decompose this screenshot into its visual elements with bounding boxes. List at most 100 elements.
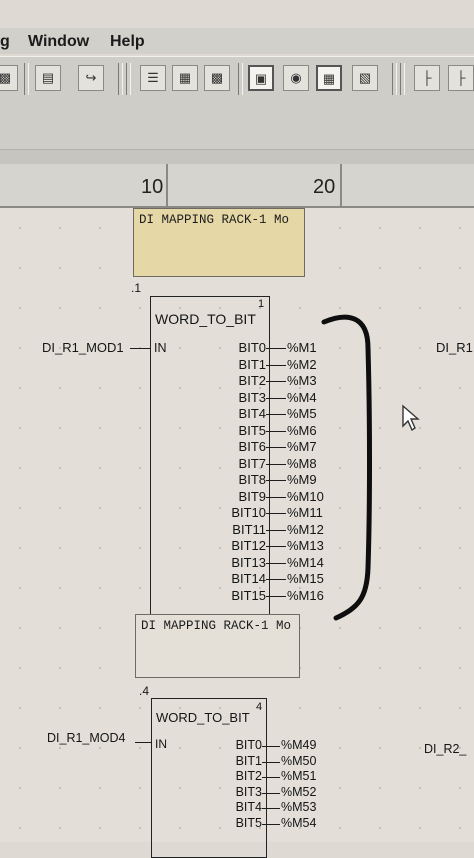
grid-small-icon[interactable]: ▩	[204, 65, 230, 91]
pin-label: BIT8	[238, 472, 266, 487]
pin-label: BIT0	[235, 738, 262, 752]
table-icon[interactable]: ▦	[316, 65, 342, 91]
toolbar-separator	[400, 63, 405, 95]
pin-label: BIT0	[238, 340, 266, 355]
output-variable[interactable]: %M7	[287, 439, 317, 454]
output-variable[interactable]: %M8	[287, 456, 317, 471]
input-variable[interactable]: DI_R1_MOD4	[47, 731, 126, 745]
right-variable[interactable]: DI_R1	[436, 340, 473, 355]
output-variable[interactable]: %M51	[281, 769, 316, 783]
pin-wire	[266, 579, 286, 580]
pin-wire	[266, 546, 286, 547]
print-icon[interactable]: ▤	[35, 65, 61, 91]
block-input-label: IN	[154, 341, 167, 355]
menu-item-window[interactable]: Window	[28, 33, 89, 51]
pin-wire	[266, 463, 286, 465]
pin-label: BIT3	[235, 784, 262, 799]
menu-bar: g Window Help	[0, 28, 474, 54]
pin-label: BIT5	[238, 422, 266, 438]
output-variable[interactable]: %M5	[287, 406, 317, 421]
binoculars-icon[interactable]: ◉	[283, 65, 309, 91]
output-variable[interactable]: %M54	[281, 816, 316, 830]
column-ruler: 10 20	[0, 164, 474, 208]
output-variable[interactable]: %M2	[287, 357, 317, 372]
pin-label: BIT1	[238, 356, 266, 372]
pin-wire	[266, 447, 286, 448]
pin-wire	[266, 595, 286, 597]
pin-label: BIT7	[238, 455, 266, 471]
pin-wire	[266, 496, 286, 498]
pin-label: BIT13	[231, 554, 266, 570]
grid-icon[interactable]: ▦	[172, 65, 198, 91]
layers-icon[interactable]: ☰	[140, 65, 166, 91]
monitor-icon[interactable]: ▣	[248, 65, 274, 91]
pin-label: BIT4	[235, 800, 262, 814]
pin-wire	[266, 562, 286, 564]
toolbar-secondary	[0, 101, 474, 150]
tree-icon[interactable]: ├	[414, 65, 440, 91]
toolbar-separator	[126, 63, 131, 95]
pin-label: BIT12	[231, 538, 266, 553]
output-variable[interactable]: %M1	[287, 340, 317, 355]
block-instance-number: 4	[256, 701, 263, 713]
pin-label: BIT15	[231, 587, 266, 603]
tree-alt-icon[interactable]: ├	[448, 65, 474, 91]
output-variable[interactable]: %M4	[287, 390, 317, 405]
input-wire	[135, 742, 151, 743]
rung-label: .1	[131, 281, 142, 295]
pin-wire	[266, 397, 286, 399]
output-variable[interactable]: %M52	[281, 785, 316, 799]
pin-wire	[262, 792, 280, 794]
input-wire	[130, 348, 150, 349]
pin-wire	[262, 761, 280, 763]
pin-wire	[262, 823, 280, 825]
menu-item-help[interactable]: Help	[110, 33, 145, 51]
pin-label: BIT9	[238, 488, 266, 504]
pin-wire	[262, 808, 280, 809]
ruler-tick	[340, 164, 342, 206]
ruler-mark-10: 10	[141, 176, 164, 198]
console-icon[interactable]: ▩	[0, 65, 18, 91]
pin-wire	[266, 364, 286, 366]
pin-label: BIT2	[235, 769, 262, 783]
block-name: WORD_TO_BIT	[155, 311, 256, 327]
import-icon[interactable]: ↪	[78, 65, 104, 91]
pin-wire	[266, 529, 286, 531]
block-input-label: IN	[155, 737, 167, 751]
pin-wire	[266, 430, 286, 432]
toolbar-separator	[24, 63, 29, 95]
pin-wire	[266, 348, 286, 349]
pin-label: BIT1	[235, 753, 262, 768]
toolbar-separator	[118, 63, 123, 95]
toolbar-separator	[392, 63, 397, 95]
save-icon[interactable]: ▧	[352, 65, 378, 91]
pin-label: BIT10	[231, 505, 266, 520]
output-variable[interactable]: %M3	[287, 373, 317, 388]
pin-wire	[266, 381, 286, 382]
output-variable[interactable]: %M50	[281, 754, 316, 768]
pin-wire	[266, 513, 286, 514]
output-variable[interactable]: %M53	[281, 800, 316, 814]
toolbar: ▩ ▤ ↪ ☰ ▦ ▩ ▣ ◉ ▦ ▧ ├ ├	[0, 56, 474, 102]
input-variable[interactable]: DI_R1_MOD1	[42, 340, 124, 355]
pin-label: BIT3	[238, 389, 266, 405]
bracket-annotation	[321, 314, 372, 621]
pin-label: BIT11	[232, 521, 266, 537]
ruler-tick	[166, 164, 168, 206]
output-variable[interactable]: %M6	[287, 423, 317, 438]
pin-label: BIT5	[235, 815, 262, 830]
block-name: WORD_TO_BIT	[156, 710, 250, 725]
comment-box[interactable]: DI MAPPING RACK-1 Mo	[135, 614, 300, 678]
panel-divider	[0, 150, 474, 164]
right-variable[interactable]: DI_R2_	[424, 742, 466, 756]
pin-wire	[266, 414, 286, 415]
output-variable[interactable]: %M49	[281, 738, 316, 752]
pin-label: BIT4	[238, 406, 266, 421]
menu-item-partial[interactable]: g	[0, 33, 10, 51]
ladder-canvas[interactable]: DI MAPPING RACK-1 Mo .1 1 WORD_TO_BIT IN…	[0, 208, 474, 858]
ruler-mark-20: 20	[313, 176, 336, 198]
comment-box[interactable]: DI MAPPING RACK-1 Mo	[133, 208, 305, 277]
output-variable[interactable]: %M9	[287, 472, 317, 487]
pin-label: BIT2	[238, 373, 266, 388]
block-instance-number: 1	[258, 298, 265, 310]
